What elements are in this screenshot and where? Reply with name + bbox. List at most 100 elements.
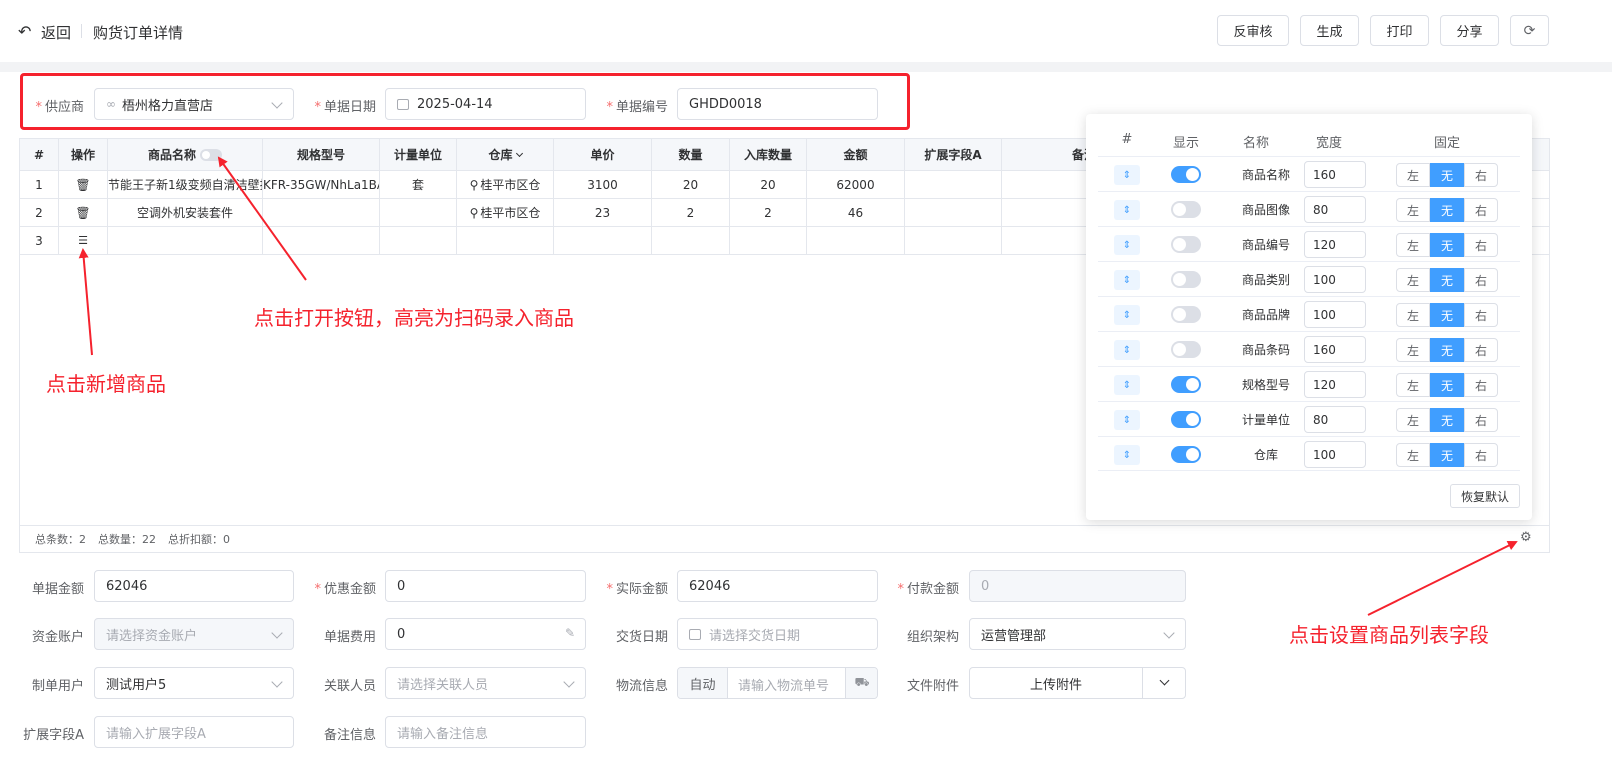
remark-label: 备注信息 <box>323 728 376 743</box>
fix-left-button[interactable]: 左 <box>1396 443 1430 467</box>
width-input[interactable]: 80 <box>1304 406 1366 433</box>
drag-handle-icon[interactable]: ⇕ <box>1114 235 1140 255</box>
chevron-down-icon <box>271 676 283 688</box>
fix-left-button[interactable]: 左 <box>1396 338 1430 362</box>
related-label: 关联人员 <box>323 679 376 694</box>
show-toggle[interactable] <box>1171 411 1201 428</box>
logistics-label: 物流信息 <box>615 679 668 694</box>
width-input[interactable]: 160 <box>1304 336 1366 363</box>
logistics-input[interactable]: 请输入物流单号 <box>738 675 829 694</box>
actual-amount-input[interactable]: 62046 <box>677 570 878 602</box>
fix-left-button[interactable]: 左 <box>1396 408 1430 432</box>
column-name: 商品编号 <box>1241 238 1290 252</box>
width-input[interactable]: 80 <box>1304 196 1366 223</box>
column-row: ⇕ 商品编号 120 左 无 右 <box>1098 226 1520 261</box>
doc-amount-label: 单据金额 <box>31 582 84 597</box>
width-input[interactable]: 120 <box>1304 231 1366 258</box>
fix-left-button[interactable]: 左 <box>1396 163 1430 187</box>
settings-note: 点击设置商品列表字段 <box>1289 623 1489 647</box>
ext-a-label: 扩展字段A <box>23 728 84 743</box>
fix-none-button[interactable]: 无 <box>1430 198 1464 222</box>
fix-none-button[interactable]: 无 <box>1430 338 1464 362</box>
reset-default-button[interactable]: 恢复默认 <box>1450 484 1520 508</box>
show-toggle[interactable] <box>1171 376 1201 393</box>
column-name: 商品图像 <box>1241 203 1290 217</box>
truck-icon[interactable]: ⛟ <box>845 668 877 698</box>
fix-none-button[interactable]: 无 <box>1430 443 1464 467</box>
drag-handle-icon[interactable]: ⇕ <box>1114 165 1140 185</box>
width-input[interactable]: 100 <box>1304 266 1366 293</box>
show-toggle[interactable] <box>1171 341 1201 358</box>
fix-left-button[interactable]: 左 <box>1396 233 1430 257</box>
drag-handle-icon[interactable]: ⇕ <box>1114 445 1140 465</box>
column-name: 商品名称 <box>1241 168 1290 182</box>
ext-a-input[interactable]: 请输入扩展字段A <box>94 716 294 748</box>
show-toggle[interactable] <box>1171 201 1201 218</box>
fix-right-button[interactable]: 右 <box>1464 268 1498 292</box>
fix-none-button[interactable]: 无 <box>1430 233 1464 257</box>
pay-amount-input: 0 <box>969 570 1186 602</box>
maker-select[interactable]: 测试用户5 <box>94 667 294 699</box>
column-settings-panel: # 显示 名称 宽度 固定 ⇕ 商品名称 160 左 无 右 ⇕ 商品图像 80… <box>1086 114 1532 520</box>
org-label: 组织架构 <box>906 630 959 645</box>
width-input[interactable]: 100 <box>1304 301 1366 328</box>
upload-dropdown-button[interactable] <box>1142 668 1185 698</box>
fix-right-button[interactable]: 右 <box>1464 233 1498 257</box>
drag-handle-icon[interactable]: ⇕ <box>1114 340 1140 360</box>
width-input[interactable]: 160 <box>1304 161 1366 188</box>
account-select[interactable]: 请选择资金账户 <box>94 618 294 650</box>
fix-left-button[interactable]: 左 <box>1396 303 1430 327</box>
drag-handle-icon[interactable]: ⇕ <box>1114 200 1140 220</box>
fix-right-button[interactable]: 右 <box>1464 303 1498 327</box>
fix-right-button[interactable]: 右 <box>1464 443 1498 467</box>
fix-right-button[interactable]: 右 <box>1464 408 1498 432</box>
show-toggle[interactable] <box>1171 446 1201 463</box>
drag-handle-icon[interactable]: ⇕ <box>1114 270 1140 290</box>
logistics-group: 自动 请输入物流单号 ⛟ <box>677 667 878 699</box>
column-row: ⇕ 商品品牌 100 左 无 右 <box>1098 296 1520 331</box>
drag-handle-icon[interactable]: ⇕ <box>1114 410 1140 430</box>
fix-right-button[interactable]: 右 <box>1464 338 1498 362</box>
fix-right-button[interactable]: 右 <box>1464 198 1498 222</box>
org-select[interactable]: 运营管理部 <box>969 618 1186 650</box>
show-toggle[interactable] <box>1171 271 1201 288</box>
drag-handle-icon[interactable]: ⇕ <box>1114 375 1140 395</box>
column-name: 商品类别 <box>1241 273 1290 287</box>
drag-handle-icon[interactable]: ⇕ <box>1114 305 1140 325</box>
show-toggle[interactable] <box>1171 166 1201 183</box>
panel-header-width: 宽度 <box>1315 136 1342 151</box>
fix-right-button[interactable]: 右 <box>1464 373 1498 397</box>
delivery-date-picker[interactable]: 请选择交货日期 <box>677 618 878 650</box>
width-input[interactable]: 120 <box>1304 371 1366 398</box>
fix-none-button[interactable]: 无 <box>1430 373 1464 397</box>
doc-amount-input[interactable]: 62046 <box>94 570 294 602</box>
fix-none-button[interactable]: 无 <box>1430 408 1464 432</box>
chevron-down-icon <box>1159 675 1170 686</box>
fix-left-button[interactable]: 左 <box>1396 198 1430 222</box>
column-row: ⇕ 商品条码 160 左 无 右 <box>1098 331 1520 366</box>
fix-left-button[interactable]: 左 <box>1396 268 1430 292</box>
discount-input[interactable]: 0 <box>385 570 586 602</box>
fix-right-button[interactable]: 右 <box>1464 163 1498 187</box>
fee-label: 单据费用 <box>323 630 376 645</box>
fee-input[interactable]: 0 ✎ <box>385 618 586 650</box>
show-toggle[interactable] <box>1171 306 1201 323</box>
account-label: 资金账户 <box>31 630 84 645</box>
show-toggle[interactable] <box>1171 236 1201 253</box>
column-row: ⇕ 规格型号 120 左 无 右 <box>1098 366 1520 401</box>
fix-none-button[interactable]: 无 <box>1430 268 1464 292</box>
fix-none-button[interactable]: 无 <box>1430 163 1464 187</box>
width-input[interactable]: 100 <box>1304 441 1366 468</box>
actual-amount-label: * 实际金额 <box>606 582 668 597</box>
remark-input[interactable]: 请输入备注信息 <box>385 716 586 748</box>
toggle-arrow <box>217 156 307 281</box>
add-note: 点击新增商品 <box>46 372 166 396</box>
logistics-mode[interactable]: 自动 <box>678 668 728 698</box>
chevron-down-icon <box>1163 627 1175 639</box>
upload-button[interactable]: 上传附件 <box>970 668 1142 698</box>
fix-none-button[interactable]: 无 <box>1430 303 1464 327</box>
related-select[interactable]: 请选择关联人员 <box>385 667 586 699</box>
edit-icon[interactable]: ✎ <box>565 626 575 640</box>
fix-left-button[interactable]: 左 <box>1396 373 1430 397</box>
column-row: ⇕ 商品图像 80 左 无 右 <box>1098 191 1520 226</box>
